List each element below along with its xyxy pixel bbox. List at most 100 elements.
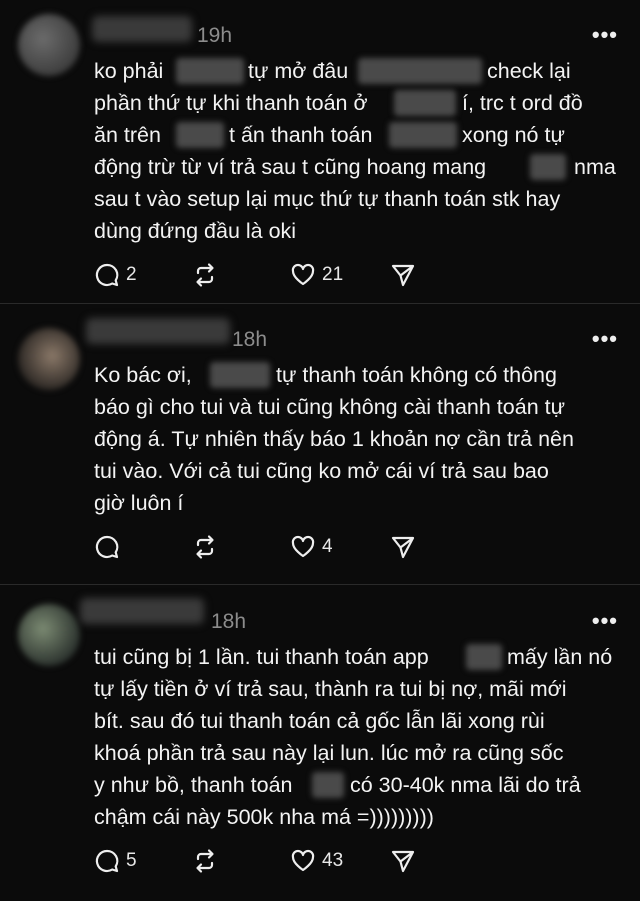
post-text-line: khoá phần trả sau này lại lun. lúc mở ra…	[94, 738, 563, 768]
post-divider	[0, 584, 640, 585]
post-text-line: sau t vào setup lại mục thứ tự thanh toá…	[94, 184, 560, 214]
heart-icon	[291, 535, 315, 558]
send-icon	[391, 536, 415, 559]
share-button[interactable]	[390, 846, 416, 876]
post-text-line: giờ luôn í	[94, 488, 183, 518]
post-text-line: tui vào. Với cả tui cũng ko mở cái ví tr…	[94, 456, 549, 486]
text-segment: có 30-40k nma lãi do trả	[350, 773, 581, 797]
post-text-line: chậm cái này 500k nha má =)))))))))	[94, 802, 434, 832]
repost-button[interactable]	[192, 260, 218, 290]
like-count: 21	[322, 264, 344, 285]
post-time: 18h	[232, 328, 268, 351]
redacted-text	[312, 772, 344, 798]
post-text-line: ko phải	[94, 56, 163, 86]
send-icon	[391, 850, 415, 873]
post-divider	[0, 303, 640, 304]
text-segment: í, trc t ord đồ	[462, 91, 583, 115]
post-text-line: báo gì cho tui và tui cũng không cài tha…	[94, 392, 565, 422]
share-button[interactable]	[390, 532, 416, 562]
redacted-text	[466, 644, 502, 670]
heart-icon	[291, 849, 315, 872]
text-segment: ăn trên	[94, 123, 161, 147]
avatar[interactable]	[18, 604, 80, 666]
text-segment: báo gì cho tui và tui cũng không cài tha…	[94, 395, 565, 419]
post-text-line: í, trc t ord đồ	[462, 88, 583, 118]
post-text-line: tự lấy tiền ở ví trả sau, thành ra tui b…	[94, 674, 567, 704]
text-segment: phần thứ tự khi thanh toán ở	[94, 91, 368, 115]
comment-icon	[95, 535, 119, 559]
redacted-text	[389, 122, 457, 148]
redacted-text	[176, 58, 244, 84]
avatar[interactable]	[18, 14, 80, 76]
text-segment: t ấn thanh toán	[229, 123, 373, 147]
reply-count: 2	[126, 264, 137, 285]
post-time: 18h	[211, 610, 247, 633]
redacted-text	[210, 362, 270, 388]
share-button[interactable]	[390, 260, 416, 290]
reply-button[interactable]	[94, 532, 126, 562]
redacted-text	[530, 154, 566, 180]
post-text-line: tui cũng bị 1 lần. tui thanh toán app	[94, 642, 429, 672]
username-blurred[interactable]	[92, 16, 192, 42]
text-segment: check lại	[487, 59, 571, 83]
text-segment: nma	[574, 155, 616, 179]
post-text-line: bít. sau đó tui thanh toán cả gốc lẫn lã…	[94, 706, 545, 736]
text-segment: mấy lần nó	[507, 645, 613, 669]
post-text-line: xong nó tự	[462, 120, 565, 150]
username-blurred[interactable]	[80, 598, 204, 624]
heart-icon	[291, 263, 315, 286]
repost-button[interactable]	[192, 532, 218, 562]
like-count: 43	[322, 850, 344, 871]
text-segment: tui cũng bị 1 lần. tui thanh toán app	[94, 645, 429, 669]
post-text-line: động trừ từ ví trả sau t cũng hoang mang	[94, 152, 486, 182]
like-button[interactable]: 4	[290, 532, 333, 562]
text-segment: khoá phần trả sau này lại lun. lúc mở ra…	[94, 741, 564, 765]
repost-icon	[196, 849, 214, 873]
post-text-line: có 30-40k nma lãi do trả	[350, 770, 581, 800]
comment-icon	[95, 849, 119, 873]
text-segment: ko phải	[94, 59, 164, 83]
like-button[interactable]: 43	[290, 846, 343, 876]
post-text-line: phần thứ tự khi thanh toán ở	[94, 88, 368, 118]
post-actions: 4	[94, 532, 494, 562]
reply-button[interactable]: 5	[94, 846, 137, 876]
repost-button[interactable]	[192, 846, 218, 876]
username-blurred[interactable]	[86, 318, 230, 344]
text-segment: giờ luôn í	[94, 491, 184, 515]
redacted-text	[394, 90, 456, 116]
post-text-line: check lại	[487, 56, 571, 86]
more-options-button[interactable]: •••	[592, 326, 618, 352]
text-segment: động á. Tự nhiên thấy báo 1 khoản nợ cần…	[94, 427, 574, 451]
text-segment: sau t vào setup lại mục thứ tự thanh toá…	[94, 187, 561, 211]
post-text-line: Ko bác ơi,	[94, 360, 192, 390]
post-actions: 2 21	[94, 260, 494, 290]
post-text-line: ăn trên	[94, 120, 161, 150]
text-segment: động trừ từ ví trả sau t cũng hoang mang	[94, 155, 487, 179]
reply-button[interactable]: 2	[94, 260, 137, 290]
like-count: 4	[322, 536, 333, 557]
repost-icon	[196, 535, 214, 559]
more-options-button[interactable]: •••	[592, 608, 618, 634]
post-text-line: tự mở đâu	[248, 56, 348, 86]
more-options-button[interactable]: •••	[592, 22, 618, 48]
text-segment: dùng đứng đầu là oki	[94, 219, 297, 243]
text-segment: y như bồ, thanh toán	[94, 773, 293, 797]
text-segment: tự mở đâu	[248, 59, 349, 83]
text-segment: Ko bác ơi,	[94, 363, 192, 387]
text-segment: chậm cái này 500k nha má =)))))))))	[94, 805, 434, 829]
send-icon	[391, 264, 415, 287]
reply-count: 5	[126, 850, 137, 871]
post-actions: 5 43	[94, 846, 494, 876]
text-segment: tự thanh toán không có thông	[276, 363, 557, 387]
redacted-text	[176, 122, 224, 148]
comment-icon	[95, 263, 119, 287]
text-segment: xong nó tự	[462, 123, 565, 147]
post-text-line: tự thanh toán không có thông	[276, 360, 557, 390]
post-text-line: nma	[574, 152, 616, 182]
post-time: 19h	[197, 24, 233, 47]
text-segment: tự lấy tiền ở ví trả sau, thành ra tui b…	[94, 677, 567, 701]
avatar[interactable]	[18, 328, 80, 390]
like-button[interactable]: 21	[290, 260, 343, 290]
text-segment: tui vào. Với cả tui cũng ko mở cái ví tr…	[94, 459, 549, 483]
post-text-line: dùng đứng đầu là oki	[94, 216, 296, 246]
